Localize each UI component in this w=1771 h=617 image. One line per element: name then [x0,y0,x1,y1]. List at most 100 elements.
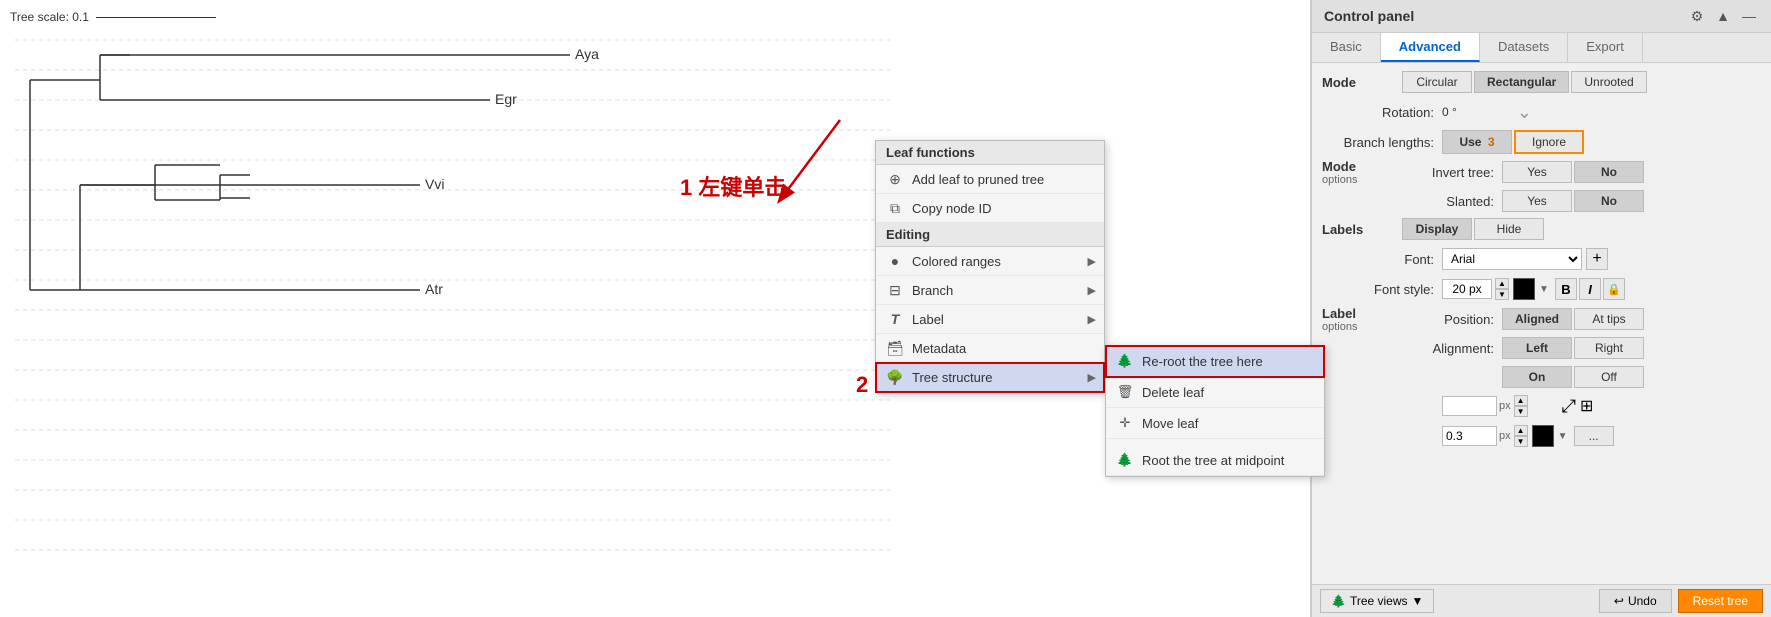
slanted-no-btn[interactable]: No [1574,190,1644,212]
font-size-input[interactable] [1442,279,1492,299]
cp-bottom-bar: 🌲 Tree views ▼ ↩ Undo Reset tree [1312,584,1771,617]
tree-structure-icon: 🌳 [886,368,904,386]
ctx-branch[interactable]: ⊟ Branch ▶ [876,276,1104,305]
cp-tabs: Basic Advanced Datasets Export [1312,33,1771,63]
mode-rectangular[interactable]: Rectangular [1474,71,1569,93]
onoff-btn-group: On Off [1502,366,1644,388]
submenu-root-midpoint[interactable]: 🌲 Root the tree at midpoint [1106,445,1324,476]
on-btn[interactable]: On [1502,366,1572,388]
svg-text:Aya: Aya [575,46,599,62]
tab-export[interactable]: Export [1568,33,1643,62]
svg-text:Egr: Egr [495,91,517,107]
invert-tree-btn-group: Yes No [1502,161,1644,183]
invert-tree-label: Invert tree: [1402,165,1502,180]
slanted-label: Slanted: [1402,194,1502,209]
aspect-icon[interactable]: ⊞ [1580,396,1593,416]
num-stepper-1[interactable]: ▲ ▼ [1514,395,1528,417]
label-options-section: Label options Position: Aligned At tips … [1322,306,1761,390]
expand-icon[interactable]: ▲ [1713,6,1733,26]
more-btn[interactable]: ... [1574,426,1614,446]
mode-circular[interactable]: Circular [1402,71,1472,93]
undo-icon: ↩ [1614,594,1624,608]
alignment-left-btn[interactable]: Left [1502,337,1572,359]
ctx-metadata[interactable]: 🗃 Metadata [876,334,1104,363]
cp-content: Mode Circular Rectangular Unrooted Rotat… [1312,63,1771,584]
invert-yes-btn[interactable]: Yes [1502,161,1572,183]
font-dropdown[interactable]: Arial [1442,248,1582,270]
tab-basic[interactable]: Basic [1312,33,1381,62]
position-btn-group: Aligned At tips [1502,308,1644,330]
ctx-colored-ranges[interactable]: ● Colored ranges ▶ [876,247,1104,276]
labels-hide-btn[interactable]: Hide [1474,218,1544,240]
numeric-row: px ▲ ▼ ⤢ ⊞ [1322,393,1761,419]
font-size-up[interactable]: ▲ [1495,278,1509,289]
editing-header: Editing [876,223,1104,247]
font-row: Font: Arial + [1322,246,1761,272]
off-btn[interactable]: Off [1574,366,1644,388]
font-size-down[interactable]: ▼ [1495,289,1509,300]
label-options-sub: options [1322,321,1402,333]
position-aligned-btn[interactable]: Aligned [1502,308,1572,330]
branch-badge: 3 [1488,135,1495,149]
rotation-expand[interactable]: ⌄ [1517,102,1532,123]
svg-text:Atr: Atr [425,281,443,297]
labels-display-btn[interactable]: Display [1402,218,1472,240]
font-style-row: Font style: ▲ ▼ ▼ B I 🔒 [1322,276,1761,302]
ctx-copy-node[interactable]: ⧉ Copy node ID [876,194,1104,223]
tree-svg: Aya Egr Vvi Atr [0,0,900,570]
invert-no-btn[interactable]: No [1574,161,1644,183]
resize-icon[interactable]: ⤢ [1562,396,1576,417]
font-add-btn[interactable]: + [1586,248,1608,270]
num-down-2[interactable]: ▼ [1514,436,1528,447]
color-expand-icon[interactable]: ▼ [1539,284,1553,295]
minimize-icon[interactable]: — [1739,6,1759,26]
copy-node-icon: ⧉ [886,199,904,217]
submenu-delete-leaf[interactable]: 🗑 Delete leaf [1106,377,1324,408]
alignment-right-btn[interactable]: Right [1574,337,1644,359]
num-stepper-2[interactable]: ▲ ▼ [1514,425,1528,447]
stroke-color-box[interactable] [1532,425,1554,447]
numeric-row-2: px ▲ ▼ ▼ ... [1322,423,1761,449]
tree-views-btn[interactable]: 🌲 Tree views ▼ [1320,589,1434,613]
num-up-2[interactable]: ▲ [1514,425,1528,436]
metadata-icon: 🗃 [886,339,904,357]
num-up-1[interactable]: ▲ [1514,395,1528,406]
branch-ignore-btn[interactable]: Ignore [1514,130,1584,154]
branch-lengths-btn-group: Use 3 Ignore [1442,130,1584,154]
settings-icon[interactable]: ⚙ [1687,6,1707,26]
slanted-row: Slanted: Yes No [1402,188,1644,214]
stroke-color-expand[interactable]: ▼ [1558,431,1572,442]
mode-options-label: Mode [1322,159,1402,174]
alignment-btn-group: Left Right [1502,337,1644,359]
branch-lengths-label: Branch lengths: [1322,135,1442,150]
font-size-stepper[interactable]: ▲ ▼ [1495,278,1509,300]
reroot-icon: 🌲 [1116,352,1134,370]
rotation-row: Rotation: 0 ° ⌄ [1322,99,1761,125]
alignment-row: Alignment: Left Right [1402,335,1644,361]
mode-row: Mode Circular Rectangular Unrooted [1322,69,1761,95]
slanted-yes-btn[interactable]: Yes [1502,190,1572,212]
num-down-1[interactable]: ▼ [1514,406,1528,417]
num-input-2[interactable] [1442,426,1497,446]
annotation-num-2: 2 [856,372,868,398]
rotation-label: Rotation: [1322,105,1442,120]
tab-datasets[interactable]: Datasets [1480,33,1568,62]
italic-btn[interactable]: I [1579,278,1601,300]
onoff-row: On Off [1402,364,1644,390]
ctx-add-leaf[interactable]: ⊕ Add leaf to pruned tree [876,165,1104,194]
lock-btn[interactable]: 🔒 [1603,278,1625,300]
submenu-move-leaf[interactable]: ✛ Move leaf [1106,408,1324,439]
mode-unrooted[interactable]: Unrooted [1571,71,1646,93]
tab-advanced[interactable]: Advanced [1381,33,1480,62]
labels-btn-group: Display Hide [1402,218,1544,240]
position-attips-btn[interactable]: At tips [1574,308,1644,330]
ctx-tree-structure[interactable]: 🌳 Tree structure ▶ [876,363,1104,392]
branch-use-btn[interactable]: Use 3 [1442,130,1512,154]
bold-btn[interactable]: B [1555,278,1577,300]
undo-btn[interactable]: ↩ Undo [1599,589,1672,613]
font-color-box[interactable] [1513,278,1535,300]
reset-tree-btn[interactable]: Reset tree [1678,589,1763,613]
submenu-reroot[interactable]: 🌲 Re-root the tree here [1106,346,1324,377]
ctx-label[interactable]: T Label ▶ [876,305,1104,334]
num-input-1[interactable] [1442,396,1497,416]
